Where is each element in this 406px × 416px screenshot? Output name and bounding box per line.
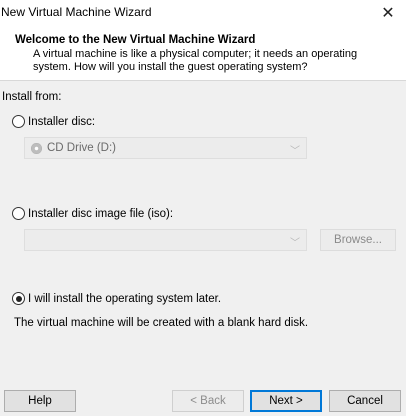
iso-image-option[interactable]: Installer disc image file (iso): <box>12 207 173 220</box>
install-later-description: The virtual machine will be created with… <box>14 317 309 329</box>
header-title: Welcome to the New Virtual Machine Wizar… <box>15 34 256 46</box>
disc-drive-value: CD Drive (D:) <box>47 142 116 154</box>
header-subtitle: A virtual machine is like a physical com… <box>33 48 358 73</box>
install-later-option[interactable]: I will install the operating system late… <box>12 292 221 305</box>
close-icon: ✕ <box>381 5 395 22</box>
browse-button[interactable]: Browse... <box>320 229 396 251</box>
close-button[interactable]: ✕ <box>374 0 402 26</box>
install-later-radio[interactable] <box>12 292 25 305</box>
install-from-label: Install from: <box>2 91 62 103</box>
disc-drive-select[interactable]: CD Drive (D:) ﹀ <box>24 137 307 159</box>
window-title: New Virtual Machine Wizard <box>1 5 152 19</box>
install-later-label: I will install the operating system late… <box>28 292 222 305</box>
wizard-body: Install from: Installer disc: CD Drive (… <box>0 81 406 377</box>
wizard-footer: Help < Back Next > Cancel <box>0 377 406 416</box>
installer-disc-label: Installer disc: <box>28 115 96 128</box>
title-bar: New Virtual Machine Wizard ✕ <box>0 0 406 26</box>
iso-image-radio[interactable] <box>12 207 25 220</box>
installer-disc-option[interactable]: Installer disc: <box>12 115 95 128</box>
chevron-down-icon: ﹀ <box>290 238 300 249</box>
cd-disc-icon <box>31 143 42 154</box>
wizard-header: Welcome to the New Virtual Machine Wizar… <box>0 26 406 80</box>
iso-path-combo[interactable]: ﹀ <box>24 229 307 251</box>
back-button[interactable]: < Back <box>172 390 244 412</box>
help-button[interactable]: Help <box>4 390 76 412</box>
iso-image-label: Installer disc image file (iso): <box>28 207 174 220</box>
next-button[interactable]: Next > <box>250 390 322 412</box>
cancel-button[interactable]: Cancel <box>329 390 401 412</box>
installer-disc-radio[interactable] <box>12 115 25 128</box>
chevron-down-icon: ﹀ <box>290 146 300 157</box>
